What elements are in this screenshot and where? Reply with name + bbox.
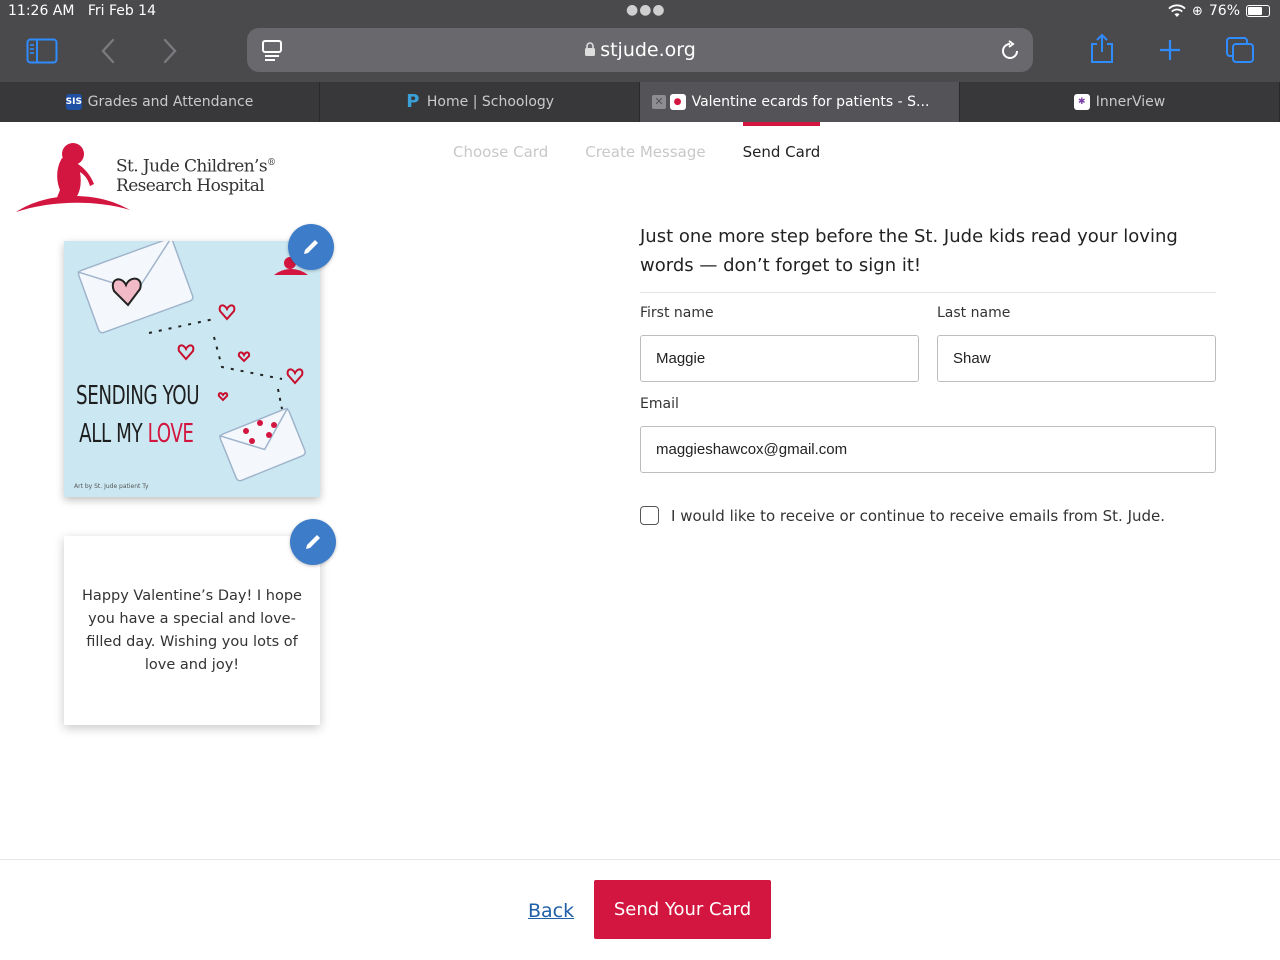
- share-icon[interactable]: [1089, 32, 1115, 64]
- send-card-button[interactable]: Send Your Card: [594, 880, 771, 939]
- close-tab-icon[interactable]: ✕: [652, 95, 666, 109]
- wifi-icon: [1168, 4, 1186, 17]
- tab-label: Grades and Attendance: [87, 94, 254, 110]
- footer-actions: Back Send Your Card: [0, 859, 1280, 960]
- tab-valentine-ecards[interactable]: ✕ ● Valentine ecards for patients - S...: [640, 82, 960, 122]
- first-name-field[interactable]: [640, 335, 919, 382]
- sign-card-form: Just one more step before the St. Jude k…: [640, 222, 1216, 525]
- back-link[interactable]: Back: [528, 900, 574, 922]
- tab-label: InnerView: [1095, 94, 1166, 110]
- sidebar-icon[interactable]: [26, 38, 58, 64]
- card-art-credit: Art by St. Jude patient Ty: [74, 483, 149, 490]
- email-label: Email: [640, 396, 679, 412]
- edit-card-image-button[interactable]: [288, 224, 334, 270]
- card-message-preview: Happy Valentine’s Day! I hope you have a…: [64, 536, 320, 725]
- forward-arrow-icon[interactable]: [162, 38, 178, 64]
- pencil-icon: [304, 240, 318, 254]
- new-tab-icon[interactable]: [1158, 38, 1182, 62]
- lock-icon: [585, 42, 596, 56]
- step-create-message: Create Message: [585, 143, 706, 161]
- card-artwork: [77, 241, 308, 482]
- first-name-label: First name: [640, 305, 714, 321]
- step-send-card: Send Card: [742, 122, 820, 172]
- logo-wordmark: St. Jude Children’s® Research Hospital: [116, 156, 276, 196]
- page-content: St. Jude Children’s® Research Hospital Ch…: [0, 122, 1280, 960]
- email-optin-checkbox[interactable]: [640, 506, 659, 525]
- tab-grades[interactable]: SIS Grades and Attendance: [0, 82, 320, 122]
- tab-innerview[interactable]: ✱ InnerView: [960, 82, 1280, 122]
- st-jude-logo[interactable]: St. Jude Children’s® Research Hospital: [16, 140, 276, 214]
- card-message-text: Happy Valentine’s Day! I hope you have a…: [82, 587, 302, 673]
- schoology-favicon-icon: P: [406, 91, 420, 112]
- email-optin-row: I would like to receive or continue to r…: [640, 506, 1165, 525]
- card-image: SENDING YOU ALL MY LOVE Art by St. Jude …: [64, 241, 320, 497]
- st-jude-favicon-icon: ●: [669, 94, 686, 110]
- edit-message-button[interactable]: [290, 519, 336, 565]
- battery-icon: [1246, 5, 1270, 17]
- innerview-favicon-icon: ✱: [1073, 94, 1090, 110]
- url-text[interactable]: stjude.org: [247, 39, 1033, 61]
- step-choose-card: Choose Card: [453, 143, 549, 161]
- battery-percent: 76%: [1208, 3, 1240, 19]
- status-time: 11:26 AM Fri Feb 14: [8, 3, 156, 19]
- form-intro: Just one more step before the St. Jude k…: [640, 222, 1216, 293]
- email-field[interactable]: [640, 426, 1216, 473]
- progress-steps: Choose Card Create Message Send Card: [430, 122, 820, 172]
- multitasking-dots-icon[interactable]: ●●●: [626, 2, 666, 18]
- back-arrow-icon[interactable]: [100, 38, 116, 64]
- tab-overview-icon[interactable]: [1225, 36, 1255, 64]
- sis-favicon-icon: SIS: [65, 94, 82, 110]
- tab-label: Home | Schoology: [426, 94, 555, 110]
- status-bar: 11:26 AM Fri Feb 14 ●●● ⊕ 76%: [0, 0, 1280, 24]
- browser-toolbar: stjude.org: [0, 24, 1280, 82]
- status-indicators: ⊕ 76%: [1168, 3, 1270, 19]
- email-optin-label: I would like to receive or continue to r…: [671, 506, 1166, 525]
- last-name-field[interactable]: [937, 335, 1216, 382]
- orientation-lock-icon: ⊕: [1191, 3, 1203, 19]
- tab-bar: SIS Grades and Attendance P Home | Schoo…: [0, 82, 1280, 122]
- last-name-label: Last name: [937, 305, 1011, 321]
- pencil-icon: [306, 535, 320, 549]
- reload-icon[interactable]: [999, 40, 1021, 62]
- tab-label: Valentine ecards for patients - S...: [691, 94, 930, 110]
- address-bar[interactable]: stjude.org: [247, 28, 1033, 72]
- battery-fill: [1248, 7, 1263, 15]
- tab-schoology[interactable]: P Home | Schoology: [320, 82, 640, 122]
- card-headline: SENDING YOU ALL MY LOVE: [76, 381, 200, 449]
